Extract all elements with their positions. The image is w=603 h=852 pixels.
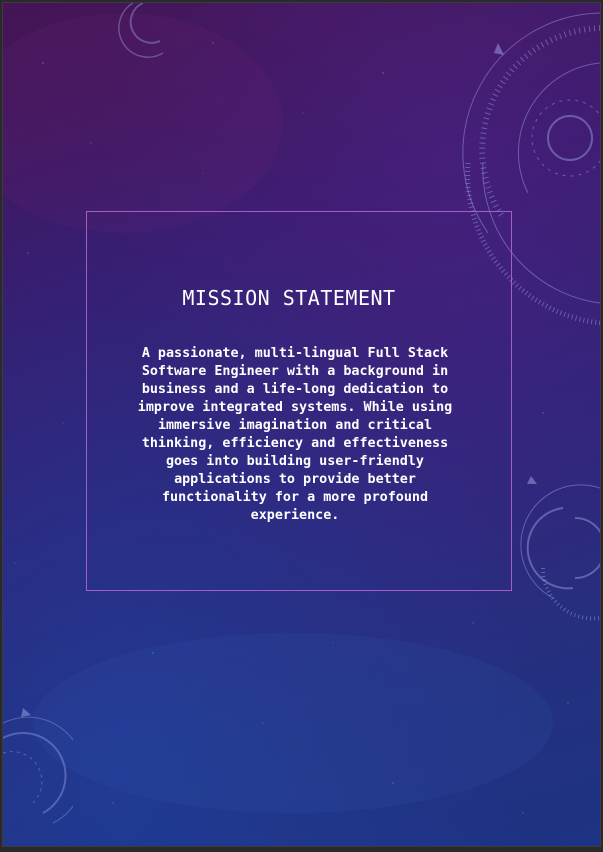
slide-page: MISSION STATEMENT A passionate, multi-li… — [3, 3, 600, 846]
mission-text: A passionate, multi-lingual Full Stack S… — [137, 346, 453, 523]
mission-frame: MISSION STATEMENT A passionate, multi-li… — [86, 211, 512, 591]
page-title: MISSION STATEMENT — [182, 286, 396, 310]
